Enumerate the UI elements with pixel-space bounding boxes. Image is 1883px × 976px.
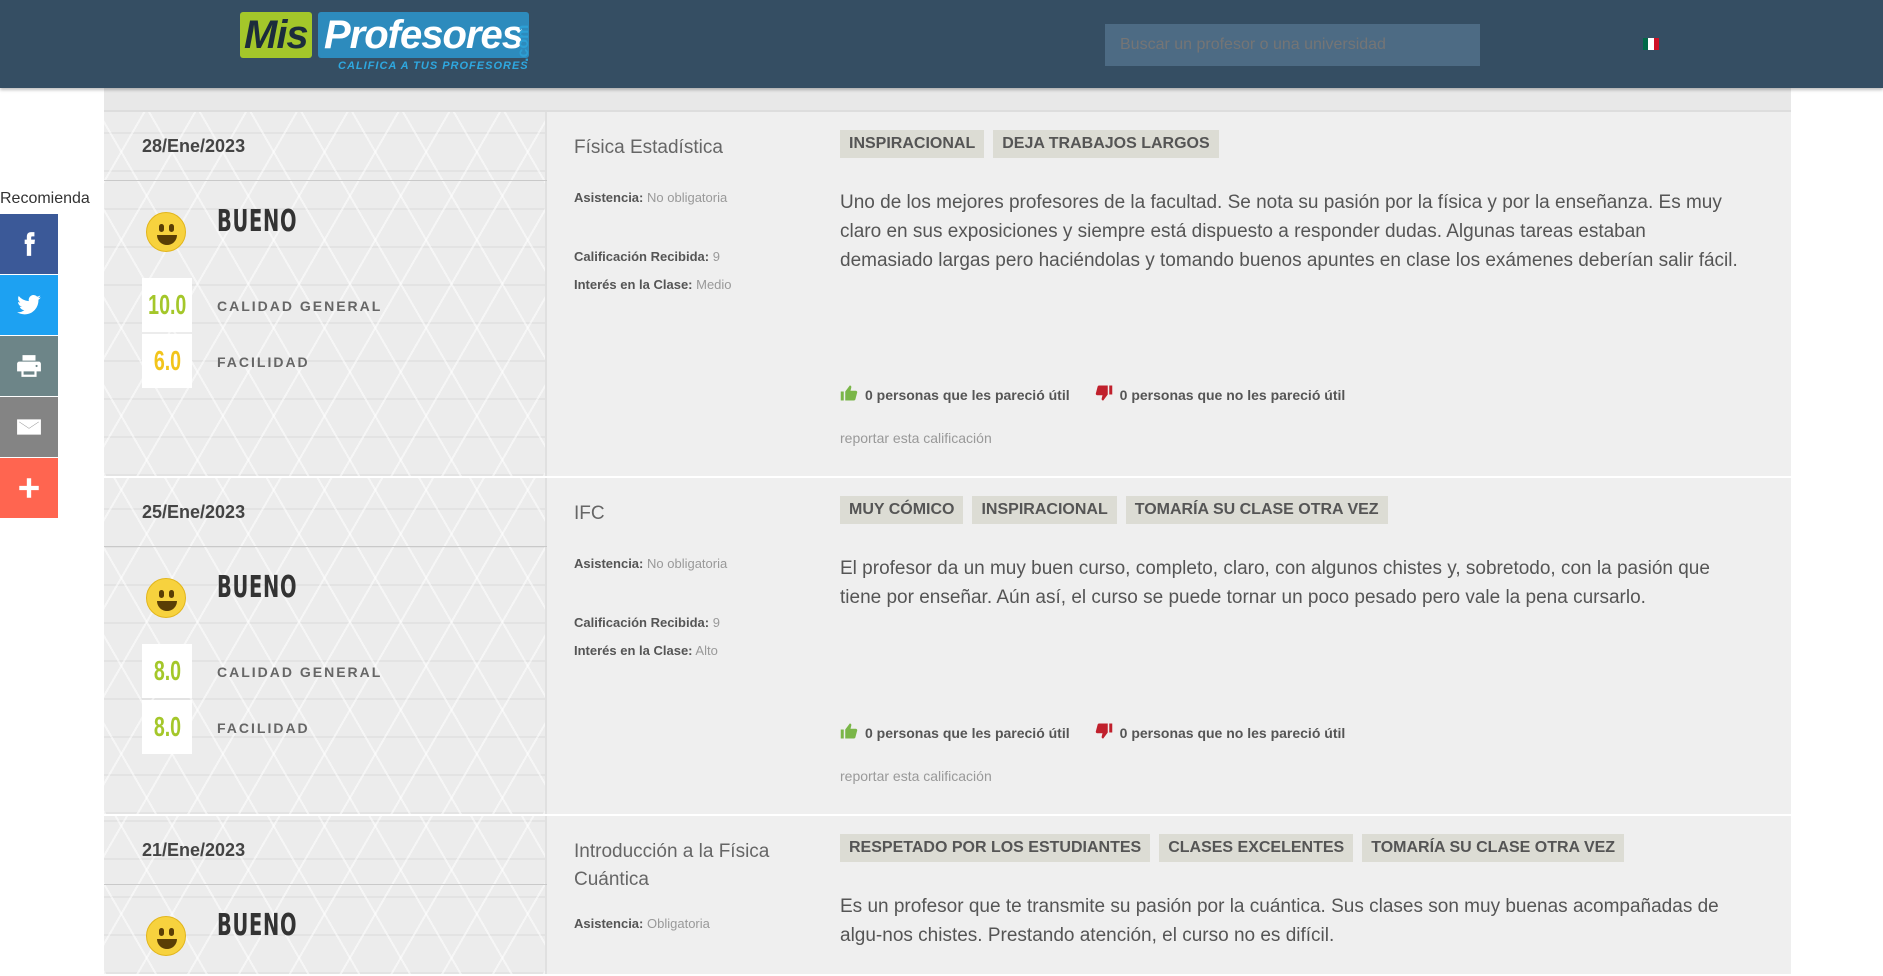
review-row: 28/Ene/2023 BUENO 10.0 CALIDAD GENERAL 6… <box>104 112 1791 478</box>
printer-icon <box>17 355 41 377</box>
more-share-button[interactable] <box>0 458 58 518</box>
mood-label: BUENO <box>217 570 298 605</box>
ease-score: 8.0 <box>142 700 192 754</box>
facebook-icon <box>24 232 35 256</box>
grade-received: Calificación Recibida: 9 <box>574 249 720 264</box>
course-name: IFC <box>574 503 605 524</box>
report-link[interactable]: reportar esta calificación <box>840 768 992 784</box>
happy-face-icon <box>146 578 186 618</box>
thumbs-down-icon <box>1095 385 1112 401</box>
logo-tagline: CALIFICA A TUS PROFESORES <box>338 60 529 72</box>
tag: DEJA TRABAJOS LARGOS <box>993 130 1219 158</box>
logo-profesores: Profesores <box>318 12 529 58</box>
thumbs-up-button[interactable] <box>840 384 865 405</box>
rating-column: 28/Ene/2023 BUENO 10.0 CALIDAD GENERAL 6… <box>104 112 547 476</box>
email-share-button[interactable] <box>0 397 58 457</box>
logo-mis: Mis <box>240 12 312 58</box>
mood-label: BUENO <box>217 908 298 943</box>
tag-list: MUY CÓMICO INSPIRACIONAL TOMARÍA SU CLAS… <box>840 496 1388 524</box>
tag: TOMARÍA SU CLASE OTRA VEZ <box>1125 496 1388 524</box>
review-row: 21/Ene/2023 BUENO Introducción a la Físi… <box>104 816 1791 976</box>
quality-label: CALIDAD GENERAL <box>217 298 383 314</box>
thumbs-up-icon <box>840 723 858 739</box>
helpful-votes: 0 personas que les pareció útil 0 person… <box>840 722 1345 743</box>
logo-com: .com <box>515 24 532 62</box>
tag: MUY CÓMICO <box>840 496 964 524</box>
helpful-count: 0 personas que les pareció útil <box>865 386 1070 403</box>
facebook-share-button[interactable] <box>0 214 58 274</box>
helpful-votes: 0 personas que les pareció útil 0 person… <box>840 384 1345 405</box>
ease-score: 6.0 <box>142 334 192 388</box>
share-label: Recomienda <box>0 190 90 207</box>
twitter-icon <box>17 295 41 315</box>
twitter-share-button[interactable] <box>0 275 58 335</box>
rating-column: 25/Ene/2023 BUENO 8.0 CALIDAD GENERAL 8.… <box>104 478 547 814</box>
tag: TOMARÍA SU CLASE OTRA VEZ <box>1362 834 1625 862</box>
not-helpful-count: 0 personas que no les pareció útil <box>1119 386 1346 403</box>
attendance: Asistencia: No obligatoria <box>574 190 728 205</box>
mexico-flag-icon[interactable] <box>1643 38 1659 50</box>
thumbs-down-button[interactable] <box>1095 722 1120 743</box>
tag: INSPIRACIONAL <box>840 130 985 158</box>
helpful-count: 0 personas que les pareció útil <box>865 724 1070 741</box>
review-comment: El profesor da un muy buen curso, comple… <box>840 558 1710 608</box>
class-interest: Interés en la Clase: Alto <box>574 643 718 658</box>
quality-label: CALIDAD GENERAL <box>217 664 383 680</box>
ratings-table: 28/Ene/2023 BUENO 10.0 CALIDAD GENERAL 6… <box>104 70 1791 976</box>
thumbs-up-button[interactable] <box>840 722 865 743</box>
course-name: Introducción a la Física Cuántica <box>574 841 770 890</box>
tag: RESPETADO POR LOS ESTUDIANTES <box>840 834 1151 862</box>
tag-list: INSPIRACIONAL DEJA TRABAJOS LARGOS <box>840 130 1219 158</box>
search-input[interactable] <box>1105 24 1480 66</box>
not-helpful-count: 0 personas que no les pareció útil <box>1119 724 1346 741</box>
attendance: Asistencia: Obligatoria <box>574 916 710 931</box>
happy-face-icon <box>146 916 186 956</box>
report-link[interactable]: reportar esta calificación <box>840 430 992 446</box>
plus-icon <box>19 478 39 498</box>
ease-label: FACILIDAD <box>217 720 310 736</box>
site-logo[interactable]: Mis Profesores .com CALIFICA A TUS PROFE… <box>240 10 540 74</box>
quality-score: 10.0 <box>142 278 192 332</box>
top-navbar: Mis Profesores .com CALIFICA A TUS PROFE… <box>0 0 1883 88</box>
divider <box>104 884 547 885</box>
ease-label: FACILIDAD <box>217 354 310 370</box>
course-name: Física Estadística <box>574 137 723 158</box>
tag-list: RESPETADO POR LOS ESTUDIANTES CLASES EXC… <box>840 834 1625 862</box>
divider <box>104 180 547 181</box>
review-date: 21/Ene/2023 <box>142 840 246 860</box>
class-interest: Interés en la Clase: Medio <box>574 277 732 292</box>
mood-label: BUENO <box>217 204 298 239</box>
thumbs-down-button[interactable] <box>1095 384 1120 405</box>
review-date: 25/Ene/2023 <box>142 502 246 522</box>
envelope-icon <box>17 419 41 435</box>
tag: INSPIRACIONAL <box>972 496 1117 524</box>
review-comment: Uno de los mejores profesores de la facu… <box>840 192 1738 271</box>
print-share-button[interactable] <box>0 336 58 396</box>
review-date: 28/Ene/2023 <box>142 136 246 156</box>
grade-received: Calificación Recibida: 9 <box>574 615 720 630</box>
quality-score: 8.0 <box>142 644 192 698</box>
review-comment: Es un profesor que te transmite su pasió… <box>840 896 1719 946</box>
thumbs-up-icon <box>840 385 858 401</box>
rating-column: 21/Ene/2023 BUENO <box>104 816 547 974</box>
thumbs-down-icon <box>1095 723 1112 739</box>
review-row: 25/Ene/2023 BUENO 8.0 CALIDAD GENERAL 8.… <box>104 478 1791 816</box>
tag: CLASES EXCELENTES <box>1159 834 1354 862</box>
attendance: Asistencia: No obligatoria <box>574 556 728 571</box>
divider <box>104 546 547 547</box>
happy-face-icon <box>146 212 186 252</box>
